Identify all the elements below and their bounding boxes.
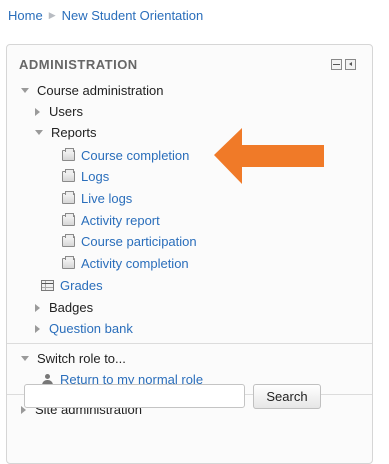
breadcrumb-separator-icon: ▶ (48, 10, 56, 20)
expanded-icon (35, 130, 43, 135)
switch-role-node[interactable]: Switch role to... (21, 351, 126, 366)
switch-role-label: Switch role to... (37, 351, 126, 366)
grades-icon (41, 280, 54, 291)
users-node[interactable]: Users (35, 104, 83, 119)
report-link[interactable]: Activity report (81, 213, 160, 228)
expanded-icon (21, 88, 29, 93)
users-label: Users (49, 104, 83, 119)
question-bank-node[interactable]: Question bank (35, 321, 133, 336)
report-activity-completion[interactable]: Activity completion (62, 256, 189, 271)
report-icon (62, 256, 75, 269)
collapsed-icon (35, 324, 40, 333)
report-icon (62, 191, 75, 204)
report-activity-report[interactable]: Activity report (62, 213, 160, 228)
report-course-completion[interactable]: Course completion (62, 148, 189, 163)
report-link[interactable]: Live logs (81, 191, 132, 206)
badges-node[interactable]: Badges (35, 300, 93, 315)
report-live-logs[interactable]: Live logs (62, 191, 132, 206)
grades-node[interactable]: Grades (41, 278, 103, 293)
report-link[interactable]: Logs (81, 169, 109, 184)
report-link[interactable]: Course completion (81, 148, 189, 163)
badges-label: Badges (49, 300, 94, 315)
report-link[interactable]: Course participation (81, 234, 197, 249)
report-icon (62, 169, 75, 182)
dock-block-icon[interactable] (345, 59, 356, 70)
report-icon (62, 148, 75, 161)
hide-block-icon[interactable] (331, 59, 342, 70)
report-logs[interactable]: Logs (62, 169, 109, 184)
collapsed-icon (35, 303, 40, 312)
grades-link[interactable]: Grades (60, 278, 103, 293)
search-input[interactable] (24, 384, 245, 408)
collapsed-icon (35, 107, 40, 116)
breadcrumb-home-link[interactable]: Home (8, 8, 43, 23)
breadcrumb: Home ▶ New Student Orientation (8, 8, 203, 23)
block-title: ADMINISTRATION (19, 57, 138, 72)
block-controls (331, 59, 356, 70)
course-administration-node[interactable]: Course administration (21, 83, 163, 98)
question-bank-link[interactable]: Question bank (49, 321, 133, 336)
report-icon (62, 234, 75, 247)
report-icon (62, 213, 75, 226)
search-button[interactable]: Search (253, 384, 321, 409)
reports-node[interactable]: Reports (35, 125, 97, 140)
course-administration-label: Course administration (37, 83, 164, 98)
breadcrumb-course-link[interactable]: New Student Orientation (62, 8, 204, 23)
report-course-participation[interactable]: Course participation (62, 234, 197, 249)
reports-label: Reports (51, 125, 97, 140)
expanded-icon (21, 356, 29, 361)
report-link[interactable]: Activity completion (81, 256, 189, 271)
divider (7, 343, 372, 344)
